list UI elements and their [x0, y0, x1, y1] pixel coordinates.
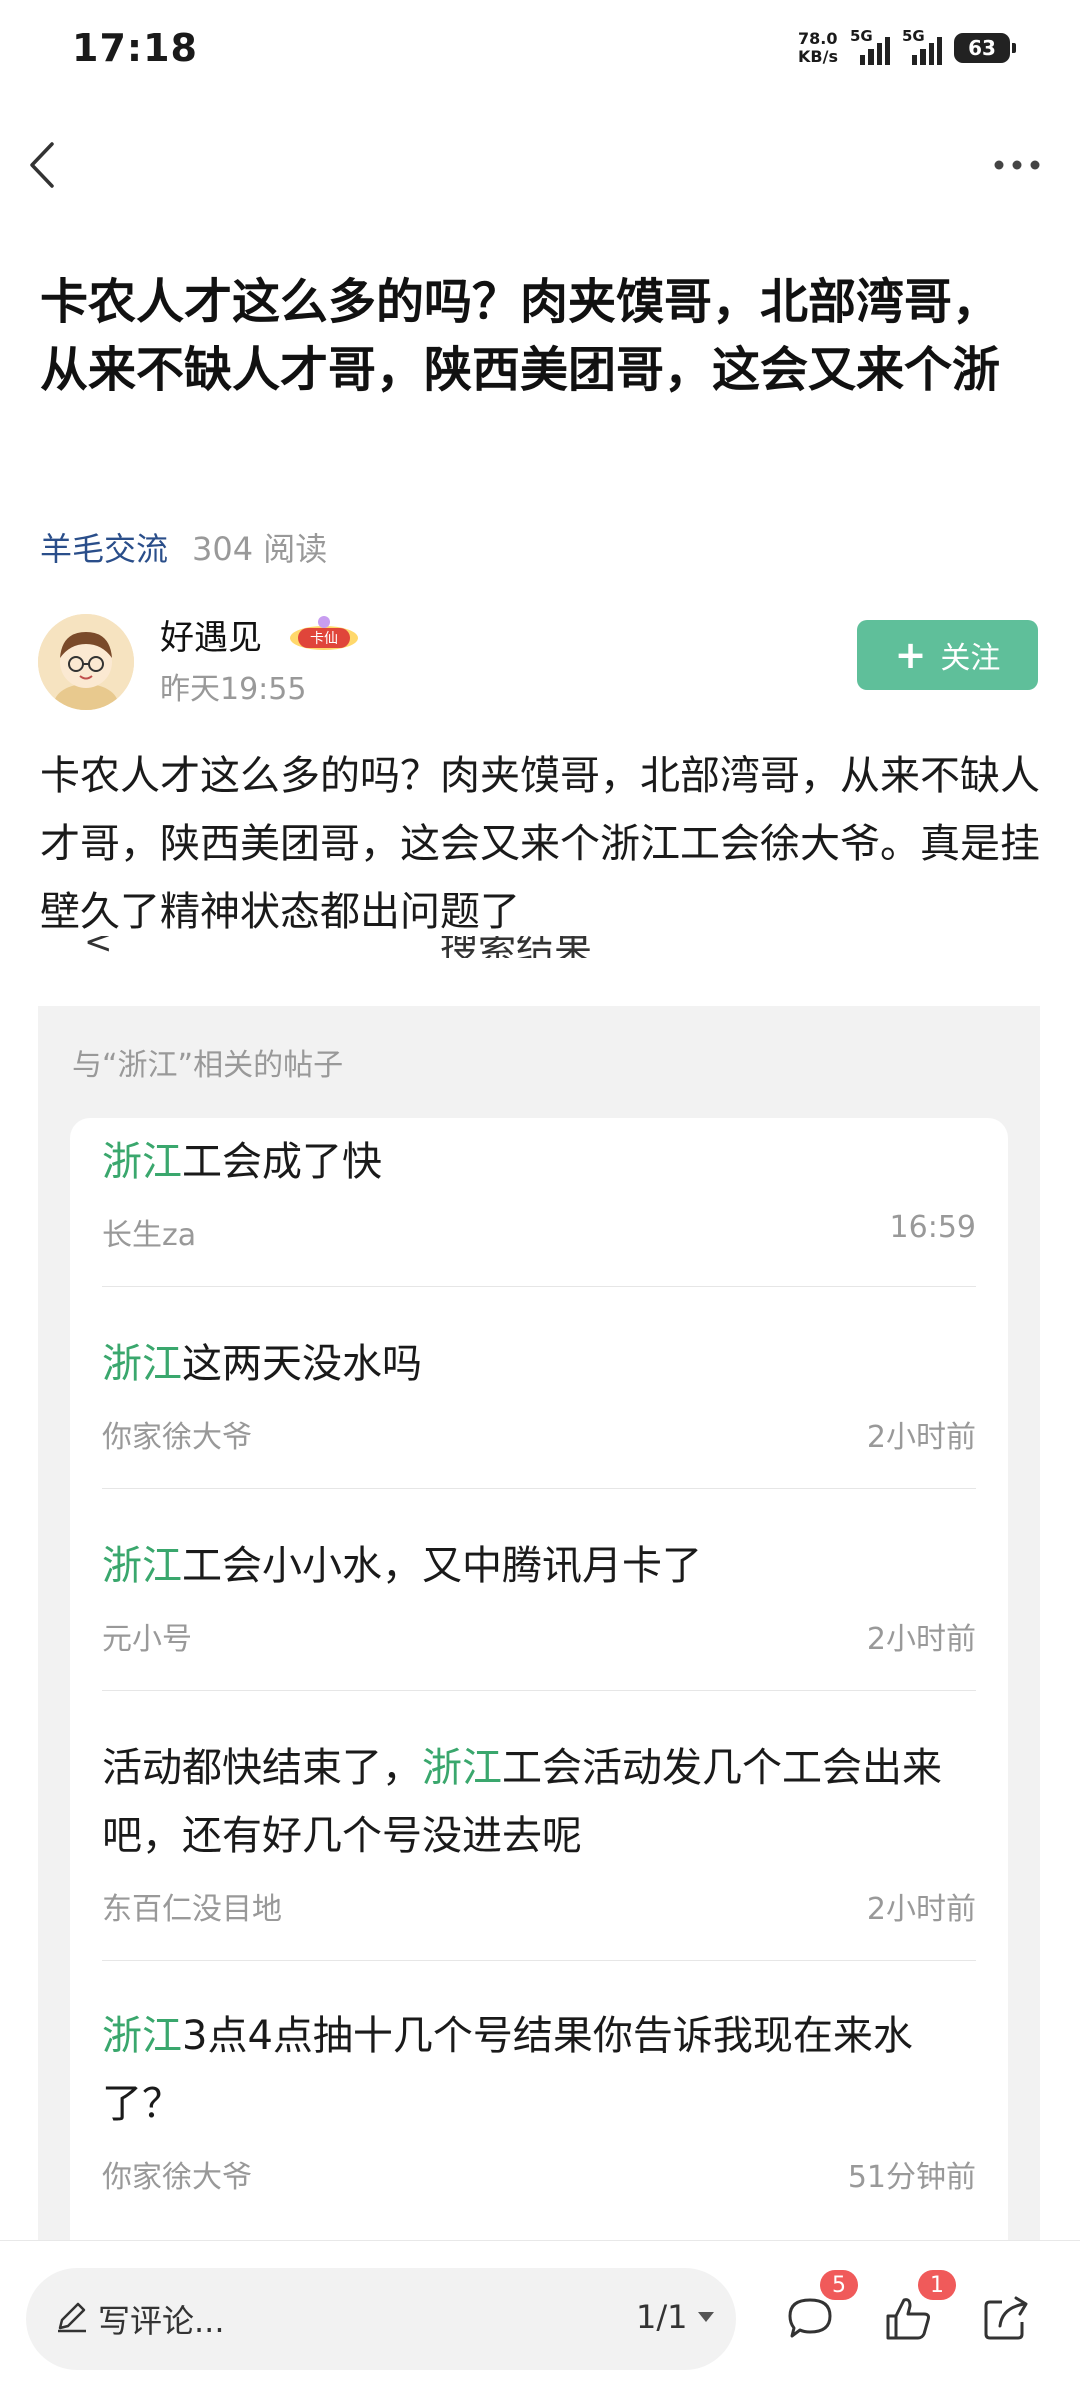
status-indicators: 78.0 KB/s 5G 5G 63 [798, 26, 1016, 70]
cutoff-text: 搜索结果 [440, 936, 593, 958]
title-suffix: 工会小小水，又中腾讯月卡了 [182, 1543, 702, 1589]
related-post-title: 活动都快结束了，浙江工会活动发几个工会出来吧，还有好几个号没进去呢 [102, 1734, 976, 1870]
signal-icon-2: 5G [902, 27, 942, 65]
related-post-author: 你家徐大爷 [102, 2160, 252, 2195]
post-title: 卡农人才这么多的吗？肉夹馍哥，北部湾哥，从来不缺人才哥，陕西美团哥，这会又来个浙 [40, 274, 1001, 398]
related-post-time: 2小时前 [866, 1622, 976, 1657]
signal-label-2: 5G [902, 27, 925, 45]
status-time: 17:18 [72, 26, 198, 70]
related-post-meta: 长生za 16:59 [102, 1210, 976, 1254]
title-suffix: 这两天没水吗 [182, 1341, 422, 1387]
share-icon[interactable] [978, 2290, 1034, 2346]
title-suffix: 工会成了快 [182, 1139, 382, 1185]
chevron-left-icon: < [84, 936, 113, 958]
plus-icon: + [894, 633, 927, 677]
title-prefix: 活动都快结束了， [102, 1745, 422, 1791]
highlight-keyword: 浙江 [102, 1139, 182, 1185]
read-count: 304 阅读 [192, 530, 328, 568]
highlight-keyword: 浙江 [102, 1543, 182, 1589]
avatar[interactable] [38, 614, 134, 710]
related-post-item[interactable]: 浙江工会成了快长生za 16:59 [102, 1128, 976, 1287]
post-time: 昨天19:55 [160, 672, 307, 707]
related-post-item[interactable]: 浙江这两天没水吗你家徐大爷 2小时前 [102, 1330, 976, 1489]
dropdown-arrow-icon[interactable] [696, 2310, 716, 2324]
network-speed: 78.0 KB/s [798, 30, 838, 66]
divider [102, 1488, 976, 1489]
page-indicator[interactable]: 1/1 [636, 2298, 688, 2336]
follow-button[interactable]: + 关注 [857, 620, 1038, 690]
divider [102, 1690, 976, 1691]
signal-label: 5G [850, 27, 873, 45]
related-post-author: 你家徐大爷 [102, 1420, 252, 1455]
related-post-time: 51分钟前 [847, 2160, 976, 2195]
related-post-meta: 你家徐大爷 2小时前 [102, 1412, 976, 1456]
related-post-meta: 东百仁没目地 2小时前 [102, 1884, 976, 1928]
related-post-time: 2小时前 [866, 1420, 976, 1455]
related-post-author: 长生za [102, 1218, 197, 1253]
related-post-author: 元小号 [102, 1622, 192, 1657]
comment-placeholder: 写评论... [98, 2302, 225, 2340]
back-icon[interactable] [24, 140, 64, 190]
related-post-item[interactable]: 活动都快结束了，浙江工会活动发几个工会出来吧，还有好几个号没进去呢东百仁没目地 2… [102, 1734, 976, 1961]
related-post-title: 浙江工会小小水，又中腾讯月卡了 [102, 1532, 976, 1600]
battery-icon: 63 [954, 33, 1016, 63]
pen-icon [58, 2302, 86, 2333]
highlight-keyword: 浙江 [102, 1341, 182, 1387]
badge-text: 卡仙 [310, 631, 338, 647]
related-header: 与“浙江”相关的帖子 [72, 1048, 344, 1083]
follow-label: 关注 [940, 641, 1001, 676]
highlight-keyword: 浙江 [102, 2013, 182, 2059]
related-post-meta: 你家徐大爷 51分钟前 [102, 2152, 976, 2196]
related-post-author: 东百仁没目地 [102, 1892, 282, 1927]
post-body: 卡农人才这么多的吗？肉夹馍哥，北部湾哥，从来不缺人才哥，陕西美团哥，这会又来个浙… [40, 753, 1040, 935]
related-post-item[interactable]: 浙江工会小小水，又中腾讯月卡了元小号 2小时前 [102, 1532, 976, 1691]
related-post-meta: 元小号 2小时前 [102, 1614, 976, 1658]
related-post-title: 浙江工会成了快 [102, 1128, 976, 1196]
author-name[interactable]: 好遇见 [160, 610, 262, 659]
divider [102, 1960, 976, 1961]
related-post-time: 16:59 [889, 1210, 976, 1245]
net-speed-unit: KB/s [798, 47, 838, 66]
net-speed-value: 78.0 [798, 29, 838, 48]
more-icon[interactable] [992, 150, 1042, 180]
highlight-keyword: 浙江 [422, 1745, 502, 1791]
related-list: 浙江工会成了快 长生za 16:59 浙江这两天没水吗 你家徐大爷 2小时前 浙江工会小小水… [70, 1118, 1008, 2318]
divider [102, 1286, 976, 1287]
badge-icon: 卡仙 [290, 616, 358, 650]
related-post-time: 2小时前 [866, 1892, 976, 1927]
category-link[interactable]: 羊毛交流 [40, 530, 168, 568]
related-post-title: 浙江3点4点抽十几个号结果你告诉我现在来水了？ [102, 2002, 976, 2138]
title-suffix: 3点4点抽十几个号结果你告诉我现在来水了？ [102, 2013, 913, 2127]
related-post-title: 浙江这两天没水吗 [102, 1330, 976, 1398]
post-meta: 羊毛交流 304 阅读 [40, 524, 327, 570]
comment-count-badge: 5 [820, 2270, 858, 2300]
related-post-item[interactable]: 浙江3点4点抽十几个号结果你告诉我现在来水了？ 你家徐大爷 51分钟前 [102, 2002, 976, 2196]
embedded-screenshot-edge: < 搜索结果 [40, 936, 1040, 958]
like-count-badge: 1 [918, 2270, 956, 2300]
signal-icon: 5G [850, 27, 890, 65]
